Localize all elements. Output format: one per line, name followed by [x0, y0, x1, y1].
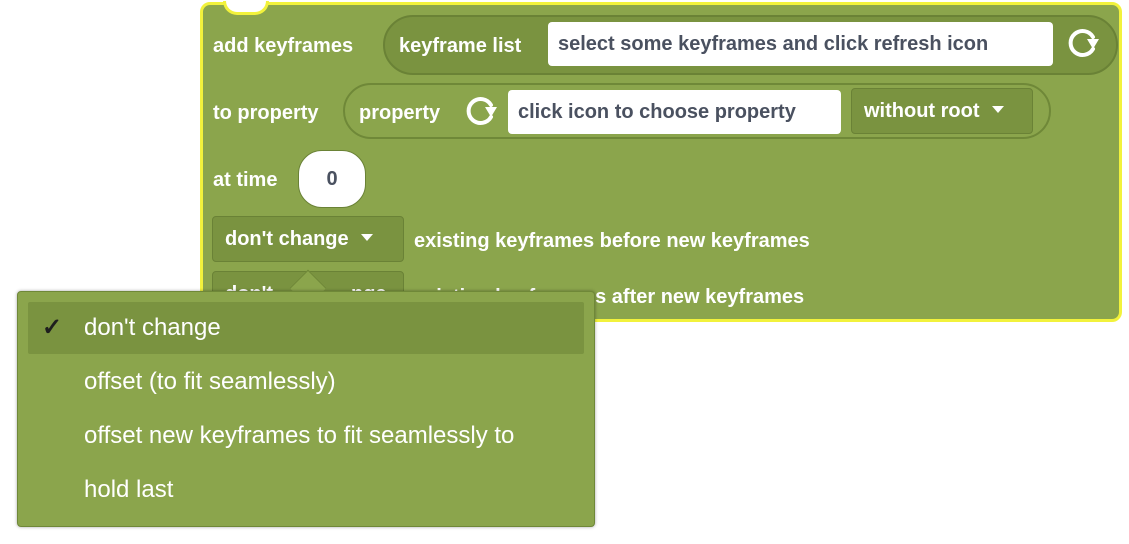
- refresh-icon[interactable]: [461, 93, 501, 129]
- before-mode-value: don't change: [225, 228, 349, 250]
- at-time-label: at time: [213, 169, 278, 191]
- time-input[interactable]: 0: [298, 150, 366, 208]
- root-mode-value: without root: [864, 100, 980, 122]
- caret-down-icon: [991, 106, 1004, 114]
- mode-dropdown-menu: ✓ don't change offset (to fit seamlessly…: [17, 291, 595, 527]
- menu-item-label: hold last: [84, 476, 174, 503]
- keyframe-list-field[interactable]: select some keyframes and click refresh …: [548, 22, 1053, 66]
- after-mode-suffix: es after new keyframes: [584, 286, 805, 308]
- checkmark-icon: ✓: [42, 314, 63, 341]
- before-mode-dropdown[interactable]: don't change: [212, 216, 404, 262]
- refresh-icon[interactable]: [1063, 25, 1103, 61]
- property-label: property: [359, 102, 441, 124]
- menu-item-hold-last[interactable]: hold last: [28, 464, 584, 516]
- caret-down-icon: [360, 234, 373, 242]
- property-field[interactable]: click icon to choose property: [508, 90, 841, 134]
- keyframe-list-label: keyframe list: [399, 35, 522, 57]
- stage: add keyframes keyframe list select some …: [0, 0, 1129, 544]
- before-mode-suffix: existing keyframes before new keyframes: [414, 230, 810, 252]
- menu-item-label: don't change: [84, 314, 221, 341]
- menu-item-label: offset new keyframes to fit seamlessly t…: [84, 422, 515, 449]
- root-mode-dropdown[interactable]: without root: [851, 88, 1033, 134]
- block-notch: [223, 1, 269, 15]
- add-keyframes-block[interactable]: add keyframes keyframe list select some …: [200, 1, 1122, 322]
- add-keyframes-label: add keyframes: [213, 35, 354, 57]
- menu-item-dont-change[interactable]: ✓ don't change: [28, 302, 584, 354]
- to-property-label: to property: [213, 102, 319, 124]
- menu-item-offset-fit[interactable]: offset (to fit seamlessly): [28, 356, 584, 408]
- menu-item-label: offset (to fit seamlessly): [84, 368, 336, 395]
- menu-item-offset-new[interactable]: offset new keyframes to fit seamlessly t…: [28, 410, 584, 462]
